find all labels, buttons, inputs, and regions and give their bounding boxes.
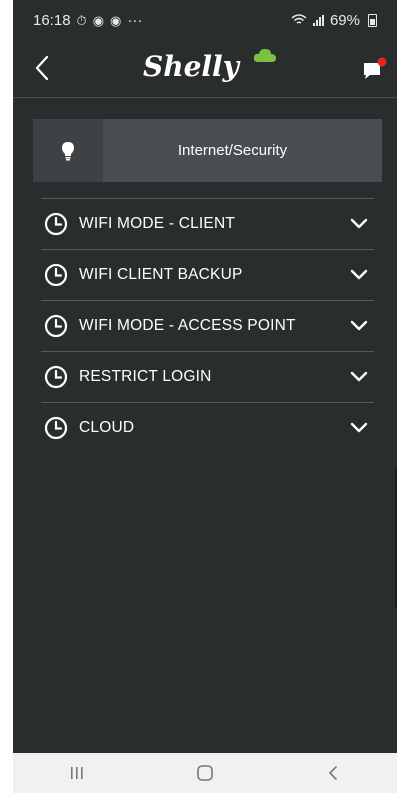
feedback-button[interactable] bbox=[359, 54, 389, 84]
list-item-cloud[interactable]: CLOUD bbox=[41, 402, 374, 453]
clock-icon bbox=[44, 365, 68, 389]
section-icon-box bbox=[33, 119, 103, 182]
app-notification-icon: ◉ bbox=[110, 12, 122, 28]
settings-list: WIFI MODE - CLIENT WIFI CLIENT BACKUP WI… bbox=[41, 198, 374, 453]
notification-icon: ◉ bbox=[92, 12, 105, 28]
list-item-wifi-mode-client[interactable]: WIFI MODE - CLIENT bbox=[41, 198, 374, 249]
list-item-label: WIFI MODE - CLIENT bbox=[79, 215, 236, 232]
status-time: 16:18 bbox=[33, 11, 71, 29]
chevron-left-icon bbox=[35, 55, 49, 81]
clock-icon bbox=[44, 416, 68, 440]
cloud-icon bbox=[253, 48, 276, 62]
chevron-down-icon bbox=[350, 269, 368, 280]
timer-icon: ⏱ bbox=[76, 12, 87, 28]
signal-icon bbox=[312, 14, 324, 26]
list-item-restrict-login[interactable]: RESTRICT LOGIN bbox=[41, 351, 374, 402]
list-item-label: CLOUD bbox=[79, 419, 135, 436]
chevron-down-icon bbox=[350, 218, 368, 229]
chat-bubble-icon bbox=[364, 57, 387, 79]
battery-percent: 69% bbox=[329, 11, 360, 29]
system-back-button[interactable] bbox=[303, 753, 363, 793]
chevron-down-icon bbox=[350, 320, 368, 331]
list-item-label: WIFI CLIENT BACKUP bbox=[79, 266, 243, 283]
system-nav-bar bbox=[13, 753, 397, 793]
section-title: Internet/Security bbox=[177, 142, 288, 159]
clock-icon bbox=[44, 212, 68, 236]
wifi-icon bbox=[291, 14, 307, 24]
section-header: Internet/Security bbox=[33, 119, 382, 182]
list-item-label: WIFI MODE - ACCESS POINT bbox=[79, 317, 296, 334]
recents-button[interactable] bbox=[47, 753, 107, 793]
status-more: ··· bbox=[127, 11, 143, 29]
shelly-logo: Shelly bbox=[143, 48, 283, 90]
status-left: 16:18 ⏱ ◉ ◉ ··· bbox=[33, 12, 142, 29]
chevron-down-icon bbox=[350, 371, 368, 382]
back-button[interactable] bbox=[27, 50, 57, 86]
logo-text: Shelly bbox=[143, 50, 239, 83]
battery-icon bbox=[368, 13, 377, 27]
back-icon bbox=[328, 766, 337, 780]
list-item-wifi-client-backup[interactable]: WIFI CLIENT BACKUP bbox=[41, 249, 374, 300]
status-right: 69% bbox=[291, 12, 377, 29]
list-item-label: RESTRICT LOGIN bbox=[79, 368, 212, 385]
clock-icon bbox=[44, 263, 68, 287]
recents-icon bbox=[71, 767, 83, 779]
app-header: Shelly bbox=[13, 40, 397, 98]
list-item-wifi-mode-access-point[interactable]: WIFI MODE - ACCESS POINT bbox=[41, 300, 374, 351]
clock-icon bbox=[44, 314, 68, 338]
home-button[interactable] bbox=[175, 753, 235, 793]
app-screen: 16:18 ⏱ ◉ ◉ ··· 69% Shelly Internet/Secu… bbox=[13, 0, 397, 753]
lightbulb-icon bbox=[62, 141, 74, 160]
status-bar: 16:18 ⏱ ◉ ◉ ··· 69% bbox=[13, 0, 397, 40]
chevron-down-icon bbox=[350, 422, 368, 433]
home-icon bbox=[197, 765, 213, 781]
